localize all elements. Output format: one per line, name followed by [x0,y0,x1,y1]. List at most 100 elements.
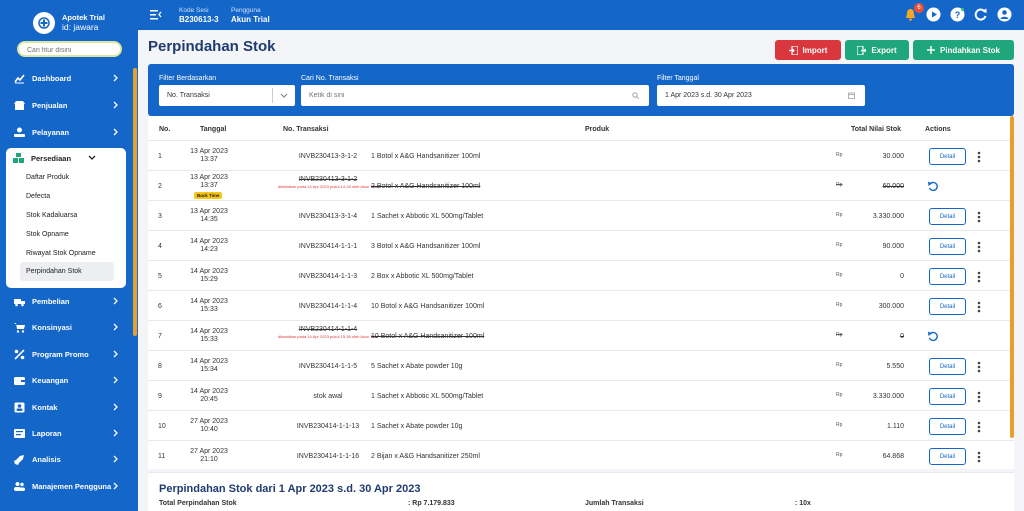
cell-currency: Rp [836,302,843,308]
sidebar-item-keuangan[interactable]: Keuangan [0,367,130,393]
date-text: 27 Apr 2023 [190,448,228,455]
submenu-item-riwayat-stok-opname[interactable]: Riwayat Stok Opname [6,244,126,263]
truck-icon [14,298,25,306]
sidebar-item-dashboard[interactable]: Dashboard [0,65,130,91]
time-text: 15:33 [200,306,218,313]
table-row: 9 14 Apr 2023 20:45 stok awal 1 Sachet x … [148,380,1014,410]
date-filter-value: 1 Apr 2023 s.d. 30 Apr 2023 [665,92,752,99]
submenu-item-defecta[interactable]: Defecta [6,187,126,206]
detail-button[interactable]: Detail [929,418,966,435]
sidebar-item-konsinyasi[interactable]: Konsinyasi [0,314,130,340]
undo-icon[interactable] [927,330,939,342]
date-text: 13 Apr 2023 [190,148,228,155]
chevron-down-icon [280,93,288,98]
submenu-item-stok-opname[interactable]: Stok Opname [6,225,126,244]
notification-badge: 6 [914,3,924,13]
search-icon[interactable] [632,92,639,99]
more-vertical-icon[interactable] [975,391,983,403]
more-vertical-icon[interactable] [975,151,983,163]
sidebar-search-input[interactable] [17,41,122,57]
table-row: 5 14 Apr 2023 15:29 INVB230414-1-1-3 2 Bo… [148,260,1014,290]
table-row: 1 13 Apr 2023 13:37 INVB230413-3-1-2 1 Bo… [148,140,1014,170]
chevron-right-icon [113,429,118,437]
more-vertical-icon[interactable] [975,361,983,373]
cell-value: 3.330.000 [872,213,904,220]
pindahkan-stok-button[interactable]: Pindahkan Stok [913,40,1014,60]
sidebar-item-manajemen-pengguna[interactable]: Manajemen Pengguna [0,473,130,499]
detail-button[interactable]: Detail [929,358,966,375]
export-button[interactable]: Export [845,40,909,60]
submenu-item-stok-kadaluarsa[interactable]: Stok Kadaluarsa [6,206,126,225]
refresh-icon[interactable] [973,7,988,22]
detail-button[interactable]: Detail [929,388,966,405]
table-row: 11 27 Apr 2023 21:10 INVB230414-1-1-16 2 … [148,440,1014,470]
time-text: 21:10 [200,456,218,463]
cell-transaction: INVB230414-1-1-4 [298,326,358,333]
sidebar: Apotek Trial id: jawara Dashboard Penjua… [0,0,138,511]
detail-button[interactable]: Detail [929,208,966,225]
session-code-label: Kode Sesi [179,7,209,14]
chevron-right-icon [113,455,118,463]
import-button[interactable]: Import [775,40,841,60]
cell-value: 3.330.000 [872,393,904,400]
cell-product: 10 Botol x A&G Handsanitizer 100ml [371,303,485,310]
detail-button[interactable]: Detail [929,448,966,465]
play-icon[interactable] [926,7,941,22]
cell-product: 1 Sachet x Abate powder 10g [371,423,463,430]
more-vertical-icon[interactable] [975,211,983,223]
more-vertical-icon[interactable] [975,301,983,313]
more-vertical-icon[interactable] [975,421,983,433]
cell-value: 90.000 [882,243,904,250]
sidebar-item-pelayanan[interactable]: Pelayanan [0,119,130,145]
summary-panel: Perpindahan Stok dari 1 Apr 2023 s.d. 30… [148,472,1014,511]
more-vertical-icon[interactable] [975,241,983,253]
sidebar-item-laporan[interactable]: Laporan [0,420,130,446]
sidebar-item-program-promo[interactable]: Program Promo [0,341,130,367]
sidebar-item-kontak[interactable]: Kontak [0,394,130,420]
detail-button[interactable]: Detail [929,268,966,285]
date-filter-input[interactable]: 1 Apr 2023 s.d. 30 Apr 2023 [657,85,865,106]
user-account-icon[interactable] [997,7,1012,22]
sidebar-item-analisis[interactable]: Analisis [0,446,130,472]
cell-product: 2 Box x Abbotic XL 500mg/Tablet [371,273,474,280]
chevron-right-icon [113,482,118,490]
chevron-right-icon [113,403,118,411]
detail-button[interactable]: Detail [929,238,966,255]
sidebar-item-pembelian[interactable]: Pembelian [0,288,130,314]
sidebar-header: Apotek Trial id: jawara [0,0,138,35]
more-vertical-icon[interactable] [975,271,983,283]
cell-currency: Rp [836,332,843,338]
cell-date: 27 Apr 2023 10:40 [186,418,232,434]
help-icon[interactable]: ? [950,7,965,22]
sidebar-item-label: Keuangan [32,375,69,385]
cell-product: 2 Botol x A&G Handsanitizer 100ml [371,183,481,190]
date-text: 13 Apr 2023 [190,208,228,215]
detail-button[interactable]: Detail [929,148,966,165]
search-transaction-input[interactable] [309,92,609,99]
rocket-icon [14,454,24,465]
chevron-down-icon [88,155,96,160]
cell-currency: Rp [836,152,843,158]
sidebar-item-persediaan[interactable]: Persediaan [6,148,126,168]
table-scrollbar[interactable] [1010,116,1014,438]
svg-text:?: ? [955,10,961,20]
cell-product: 2 Bijan x A&G Handsanitizer 250ml [371,453,480,460]
submenu-item-daftar-produk[interactable]: Daftar Produk [6,168,126,187]
submenu-item-perpindahan-stok[interactable]: Perpindahan Stok [20,262,114,282]
sidebar-scrollbar[interactable] [133,68,137,336]
filter-panel: Filter Berdasarkan No. Transaksi Cari No… [148,64,1014,116]
chevron-right-icon [113,128,118,136]
sidebar-item-penjualan[interactable]: Penjualan [0,92,130,118]
pindahkan-stok-label: Pindahkan Stok [939,45,1000,55]
filter-by-select[interactable]: No. Transaksi [159,85,295,106]
undo-icon[interactable] [927,180,939,192]
time-text: 15:34 [200,366,218,373]
more-vertical-icon[interactable] [975,451,983,463]
search-box [301,85,649,106]
boxes-icon [13,152,24,163]
menu-collapse-icon[interactable] [150,9,162,20]
chevron-right-icon [113,101,118,109]
sidebar-item-label: Konsinyasi [32,322,73,332]
detail-button[interactable]: Detail [929,298,966,315]
cell-no: 3 [158,213,162,220]
